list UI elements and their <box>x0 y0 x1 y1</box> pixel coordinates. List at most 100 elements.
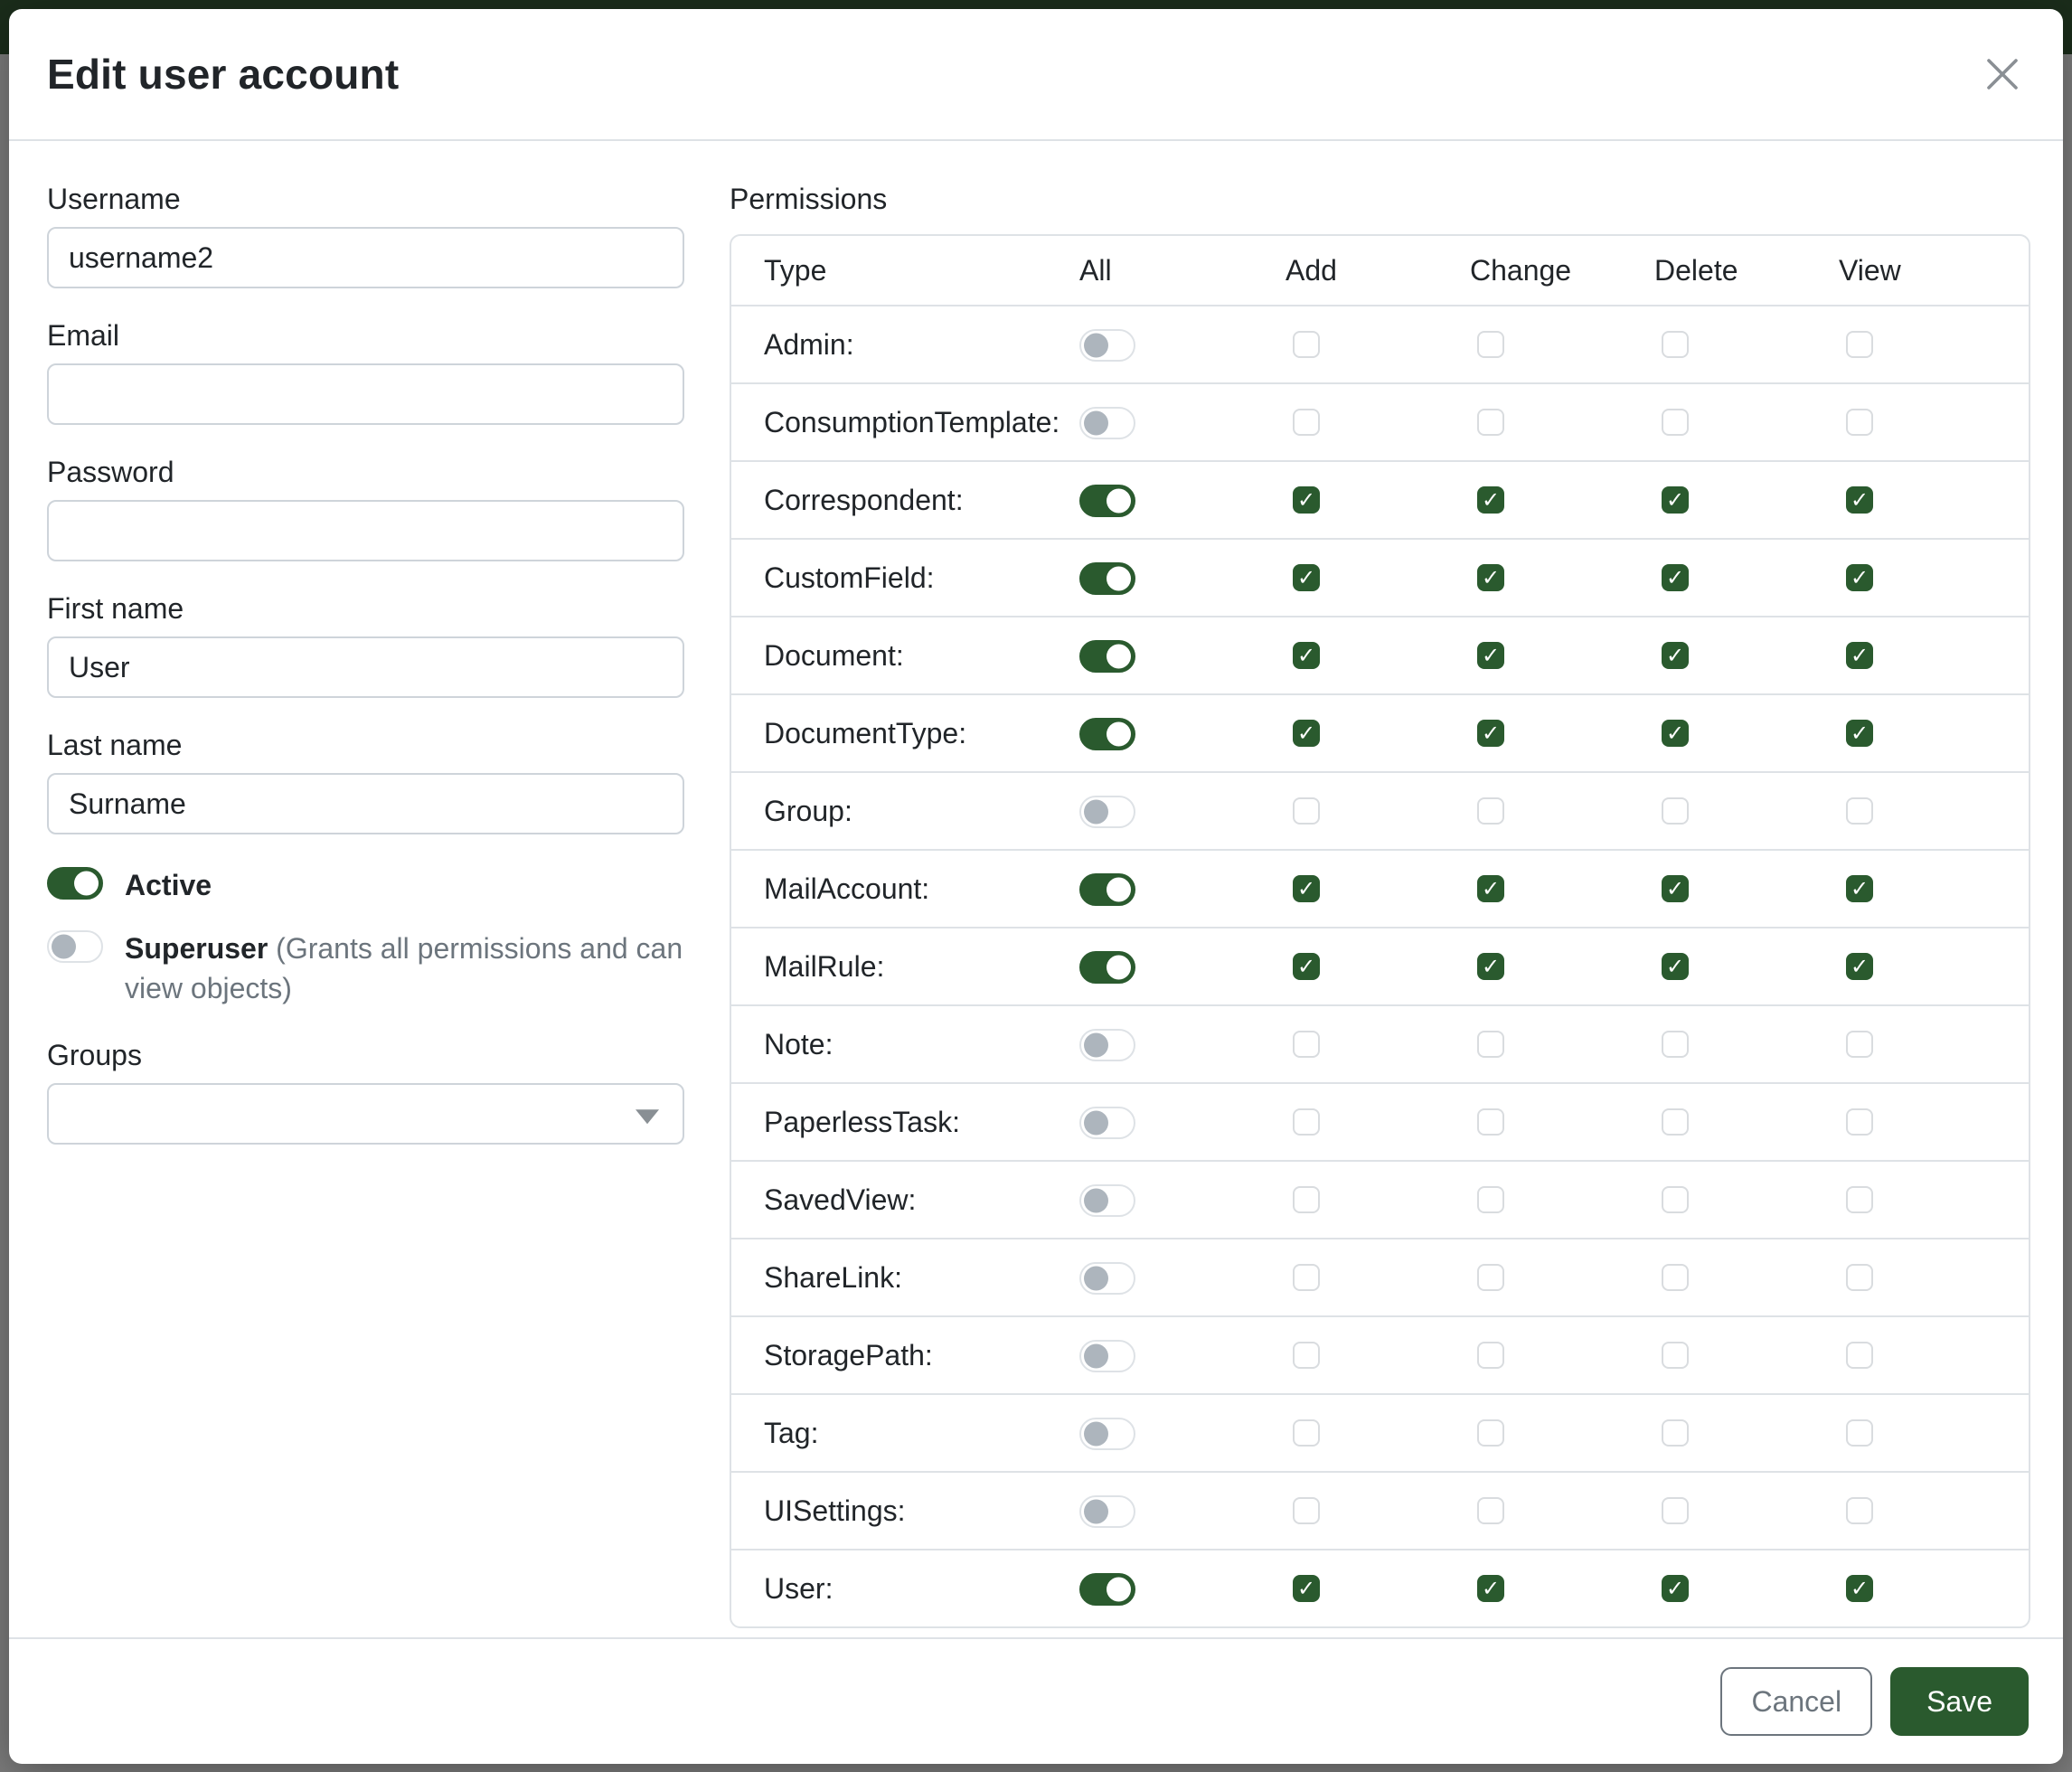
permission-delete-checkbox[interactable] <box>1662 797 1689 825</box>
permission-view-checkbox[interactable] <box>1846 953 1873 980</box>
permission-delete-checkbox[interactable] <box>1662 331 1689 358</box>
permission-delete-checkbox[interactable] <box>1662 720 1689 747</box>
permission-change-checkbox[interactable] <box>1477 1031 1504 1058</box>
cancel-button[interactable]: Cancel <box>1720 1667 1872 1736</box>
permission-delete-checkbox[interactable] <box>1662 1264 1689 1291</box>
username-input[interactable] <box>47 227 684 288</box>
permission-delete-checkbox[interactable] <box>1662 1342 1689 1369</box>
permission-view-checkbox[interactable] <box>1846 1575 1873 1602</box>
last-name-input[interactable] <box>47 773 684 834</box>
permission-add-checkbox[interactable] <box>1293 1264 1320 1291</box>
permission-delete-checkbox[interactable] <box>1662 642 1689 669</box>
permission-change-checkbox[interactable] <box>1477 1342 1504 1369</box>
permission-view-checkbox[interactable] <box>1846 720 1873 747</box>
permission-view-checkbox[interactable] <box>1846 1186 1873 1213</box>
permission-add-checkbox[interactable] <box>1293 642 1320 669</box>
permission-delete-checkbox[interactable] <box>1662 564 1689 591</box>
save-button[interactable]: Save <box>1890 1667 2029 1736</box>
permission-delete-checkbox[interactable] <box>1662 1497 1689 1524</box>
permission-change-checkbox[interactable] <box>1477 720 1504 747</box>
permission-all-toggle[interactable] <box>1079 951 1135 984</box>
permission-delete-checkbox[interactable] <box>1662 1108 1689 1136</box>
permission-all-toggle[interactable] <box>1079 1495 1135 1528</box>
permission-change-checkbox[interactable] <box>1477 875 1504 902</box>
permission-change-checkbox[interactable] <box>1477 1186 1504 1213</box>
permission-view-checkbox[interactable] <box>1846 409 1873 436</box>
permission-change-checkbox[interactable] <box>1477 1497 1504 1524</box>
permission-delete-checkbox[interactable] <box>1662 875 1689 902</box>
active-toggle[interactable] <box>47 867 103 900</box>
permission-view-checkbox[interactable] <box>1846 875 1873 902</box>
permission-all-toggle[interactable] <box>1079 1107 1135 1139</box>
permission-change-checkbox[interactable] <box>1477 953 1504 980</box>
permission-change-checkbox[interactable] <box>1477 1419 1504 1447</box>
permission-change-checkbox[interactable] <box>1477 331 1504 358</box>
email-input[interactable] <box>47 363 684 425</box>
permission-add-checkbox[interactable] <box>1293 1497 1320 1524</box>
permission-all-toggle[interactable] <box>1079 407 1135 439</box>
permission-view-checkbox[interactable] <box>1846 1108 1873 1136</box>
permission-change-checkbox[interactable] <box>1477 1575 1504 1602</box>
permission-change-checkbox[interactable] <box>1477 642 1504 669</box>
permission-view-checkbox[interactable] <box>1846 797 1873 825</box>
first-name-input[interactable] <box>47 636 684 698</box>
permission-delete-checkbox[interactable] <box>1662 1031 1689 1058</box>
permission-change-checkbox[interactable] <box>1477 564 1504 591</box>
permission-all-toggle[interactable] <box>1079 1184 1135 1217</box>
permission-all-toggle[interactable] <box>1079 1029 1135 1061</box>
permission-delete-checkbox[interactable] <box>1662 1419 1689 1447</box>
chevron-down-icon <box>636 1109 659 1124</box>
permission-add-checkbox[interactable] <box>1293 1031 1320 1058</box>
permission-view-checkbox[interactable] <box>1846 331 1873 358</box>
superuser-toggle[interactable] <box>47 930 103 963</box>
permission-add-checkbox[interactable] <box>1293 1575 1320 1602</box>
permission-delete-checkbox[interactable] <box>1662 1575 1689 1602</box>
permission-type-label: MailAccount: <box>731 872 1079 906</box>
permission-all-toggle[interactable] <box>1079 718 1135 750</box>
permission-delete-checkbox[interactable] <box>1662 409 1689 436</box>
permission-delete-checkbox[interactable] <box>1662 486 1689 514</box>
permission-all-toggle[interactable] <box>1079 562 1135 595</box>
permission-delete-checkbox[interactable] <box>1662 953 1689 980</box>
permission-change-checkbox[interactable] <box>1477 797 1504 825</box>
permission-add-checkbox[interactable] <box>1293 875 1320 902</box>
permission-all-toggle[interactable] <box>1079 1262 1135 1295</box>
permission-all-toggle[interactable] <box>1079 873 1135 906</box>
permission-change-checkbox[interactable] <box>1477 1108 1504 1136</box>
permissions-column-header: All <box>1079 254 1286 287</box>
permission-view-checkbox[interactable] <box>1846 1419 1873 1447</box>
permission-add-checkbox[interactable] <box>1293 797 1320 825</box>
permissions-header-row: TypeAllAddChangeDeleteView <box>731 236 2029 305</box>
permission-add-checkbox[interactable] <box>1293 953 1320 980</box>
permission-view-checkbox[interactable] <box>1846 642 1873 669</box>
permission-view-checkbox[interactable] <box>1846 1031 1873 1058</box>
permission-all-toggle[interactable] <box>1079 329 1135 362</box>
permission-add-checkbox[interactable] <box>1293 409 1320 436</box>
permission-view-checkbox[interactable] <box>1846 564 1873 591</box>
permission-add-checkbox[interactable] <box>1293 1186 1320 1213</box>
password-input[interactable] <box>47 500 684 561</box>
permission-add-checkbox[interactable] <box>1293 1342 1320 1369</box>
permission-delete-checkbox[interactable] <box>1662 1186 1689 1213</box>
permission-view-checkbox[interactable] <box>1846 486 1873 514</box>
permission-all-toggle[interactable] <box>1079 485 1135 517</box>
permission-change-checkbox[interactable] <box>1477 1264 1504 1291</box>
permission-all-toggle[interactable] <box>1079 640 1135 673</box>
permission-add-checkbox[interactable] <box>1293 486 1320 514</box>
permission-view-checkbox[interactable] <box>1846 1342 1873 1369</box>
permission-add-checkbox[interactable] <box>1293 564 1320 591</box>
permission-all-toggle[interactable] <box>1079 796 1135 828</box>
permission-add-checkbox[interactable] <box>1293 720 1320 747</box>
permission-add-checkbox[interactable] <box>1293 1419 1320 1447</box>
close-button[interactable] <box>1974 46 2030 102</box>
permission-change-checkbox[interactable] <box>1477 486 1504 514</box>
permission-add-checkbox[interactable] <box>1293 1108 1320 1136</box>
permission-add-checkbox[interactable] <box>1293 331 1320 358</box>
permission-all-toggle[interactable] <box>1079 1340 1135 1372</box>
permission-view-checkbox[interactable] <box>1846 1497 1873 1524</box>
groups-select[interactable] <box>47 1083 684 1145</box>
permission-all-toggle[interactable] <box>1079 1418 1135 1450</box>
permission-all-toggle[interactable] <box>1079 1573 1135 1606</box>
permission-change-checkbox[interactable] <box>1477 409 1504 436</box>
permission-view-checkbox[interactable] <box>1846 1264 1873 1291</box>
